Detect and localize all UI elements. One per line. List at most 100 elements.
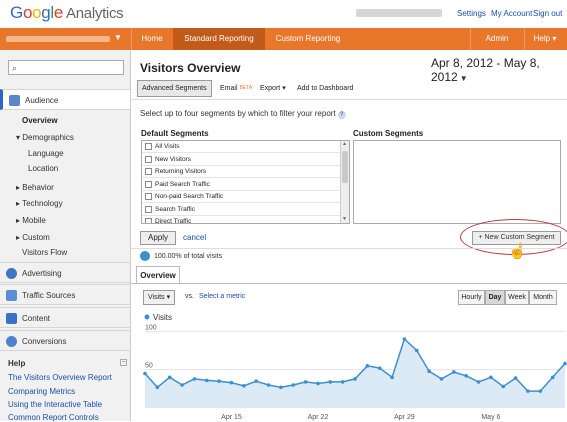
granularity-hourly[interactable]: Hourly (458, 290, 485, 305)
sidebar-item-overview[interactable]: Overview (22, 116, 58, 125)
granularity-day[interactable]: Day (485, 290, 505, 305)
segment-option[interactable]: New Visitors (142, 154, 340, 166)
add-to-dashboard-button[interactable]: Add to Dashboard (297, 80, 353, 97)
sidebar-item-label: Audience (25, 96, 59, 105)
date-range-picker[interactable]: Apr 8, 2012 - May 8, 2012 ▼ (431, 56, 567, 84)
sidebar-item-mobile[interactable]: ▸ Mobile (16, 216, 46, 225)
top-bar: Google Analytics Settings My Account Sign… (0, 0, 567, 26)
sidebar-item-advertising[interactable]: Advertising (0, 262, 130, 283)
data-point (550, 375, 555, 380)
sidebar-item-language[interactable]: Language (28, 149, 64, 158)
help-link[interactable]: Using the Interactive Table (8, 400, 102, 409)
nav-standard-reporting[interactable]: Standard Reporting (173, 28, 265, 50)
sidebar-item-label: Custom (22, 233, 50, 242)
search-icon: ⌕ (12, 63, 18, 73)
nav-admin[interactable]: Admin (471, 28, 523, 50)
select-metric-link[interactable]: Select a metric (199, 293, 245, 300)
sidebar-item-content[interactable]: Content (0, 307, 130, 328)
help-link[interactable]: Comparing Metrics (8, 387, 75, 396)
legend-marker (144, 314, 150, 320)
sidebar-item-label: Behavior (22, 183, 54, 192)
sign-out-link[interactable]: Sign out (533, 9, 562, 18)
data-point (501, 384, 506, 389)
segment-option[interactable]: Returning Visitors (142, 166, 340, 178)
nav-help[interactable]: Help ▾ (525, 28, 565, 50)
export-button[interactable]: Export ▾ (260, 80, 286, 97)
sidebar-item-technology[interactable]: ▸ Technology (16, 199, 63, 208)
sidebar-search[interactable]: ⌕ (8, 60, 124, 75)
data-point (143, 371, 147, 376)
segment-option[interactable]: Paid Search Traffic (142, 179, 340, 191)
sidebar-item-audience[interactable]: Audience (0, 89, 130, 110)
chevron-down-icon[interactable]: ▼ (114, 33, 122, 42)
date-range-text: Apr 8, 2012 - May 8, 2012 (431, 56, 540, 84)
data-point (340, 380, 345, 384)
segment-option[interactable]: Non-paid Search Traffic (142, 191, 340, 203)
custom-segments-label: Custom Segments (353, 129, 424, 138)
email-button[interactable]: Email BETA (220, 80, 252, 97)
sidebar-item-visitors-flow[interactable]: Visitors Flow (22, 248, 67, 257)
granularity-month[interactable]: Month (529, 290, 557, 305)
my-account-link[interactable]: My Account (491, 9, 532, 18)
tab-overview[interactable]: Overview (136, 266, 180, 283)
export-label: Export (260, 85, 281, 92)
visits-percentage: 100.00% of total visits (140, 251, 222, 261)
pie-icon (140, 251, 150, 261)
data-point (365, 364, 370, 368)
data-point (192, 377, 197, 381)
sidebar-item-custom[interactable]: ▸ Custom (16, 233, 50, 242)
segments-scrollbar[interactable]: ▲ ▼ (340, 141, 349, 223)
checkbox[interactable] (145, 205, 152, 213)
chevron-down-icon: ▾ (552, 34, 557, 43)
apply-button[interactable]: Apply (140, 231, 176, 245)
collapse-icon[interactable]: − (120, 359, 127, 366)
google-analytics-logo[interactable]: Google Analytics (10, 3, 124, 23)
metric-dropdown[interactable]: Visits ▾ (143, 290, 176, 305)
sidebar-item-conversions[interactable]: Conversions (0, 330, 130, 351)
checkbox[interactable] (145, 218, 152, 223)
help-link[interactable]: The Visitors Overview Report (8, 373, 112, 382)
nav-help-label: Help (533, 34, 551, 43)
segment-option-label: All Visits (155, 143, 180, 150)
data-point (513, 376, 518, 380)
sidebar-item-location[interactable]: Location (28, 164, 58, 173)
data-point (390, 375, 394, 380)
advanced-segments-button[interactable]: Advanced Segments (137, 80, 212, 97)
scroll-down-icon[interactable]: ▼ (342, 216, 347, 222)
scroll-thumb[interactable] (342, 151, 348, 183)
help-question-icon[interactable]: ? (337, 111, 346, 119)
data-point (563, 361, 567, 366)
checkbox[interactable] (145, 180, 152, 188)
cancel-link[interactable]: cancel (183, 233, 206, 242)
granularity-week[interactable]: Week (505, 290, 529, 305)
segment-option[interactable]: Direct Traffic (142, 216, 340, 223)
segment-option[interactable]: Search Traffic (142, 204, 340, 216)
sidebar-item-demographics[interactable]: ▾ Demographics (16, 133, 74, 142)
data-point (180, 383, 184, 387)
segment-option-label: New Visitors (155, 155, 192, 163)
dollar-icon (6, 268, 17, 279)
sidebar-search-input[interactable] (9, 61, 123, 74)
sidebar-item-traffic-sources[interactable]: Traffic Sources (0, 284, 130, 305)
account-selector[interactable] (6, 36, 110, 42)
segment-prompt: Select up to four segments by which to f… (140, 109, 346, 119)
settings-link[interactable]: Settings (457, 9, 486, 18)
nav-custom-reporting[interactable]: Custom Reporting (266, 28, 350, 50)
data-point (291, 383, 296, 387)
sidebar-item-label: Advertising (22, 269, 62, 278)
checkbox[interactable] (145, 143, 152, 150)
scroll-up-icon[interactable]: ▲ (342, 141, 347, 147)
checkbox[interactable] (145, 168, 152, 175)
data-point (476, 380, 481, 384)
default-segments-list: All Visits New Visitors Returning Visito… (141, 140, 350, 224)
segment-option[interactable]: All Visits (142, 141, 340, 153)
chevron-down-icon: ▾ (282, 85, 286, 92)
checkbox[interactable] (145, 193, 152, 200)
pct-text: 100.00% of total visits (154, 252, 223, 260)
content-page-icon (6, 313, 17, 324)
sidebar-item-behavior[interactable]: ▸ Behavior (16, 183, 54, 192)
x-tick-label: May 6 (481, 414, 500, 421)
checkbox[interactable] (145, 155, 152, 163)
divider (131, 99, 567, 100)
nav-home[interactable]: Home (132, 28, 172, 50)
